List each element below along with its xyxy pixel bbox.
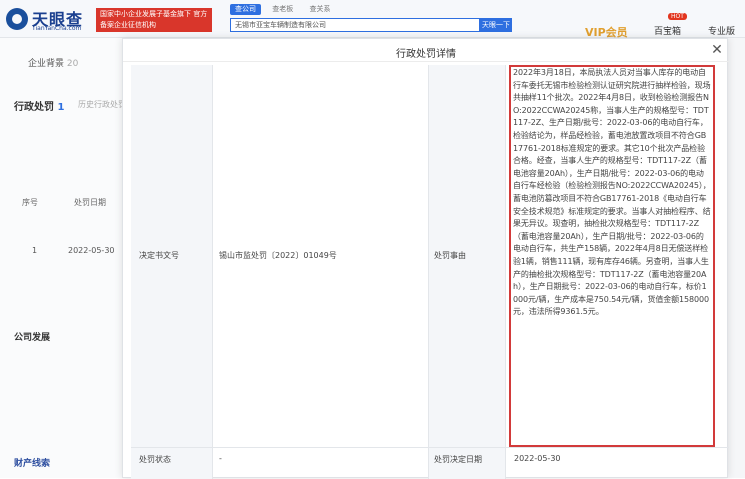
penalty-reason-label: 处罚事由: [434, 251, 466, 260]
logo-subtext: TianYanCha.com: [32, 25, 82, 32]
table-header-date: 处罚日期: [74, 198, 106, 207]
search-tab-company[interactable]: 查公司: [230, 4, 261, 15]
section-count: 1: [57, 102, 65, 113]
decision-number-value: 锡山市监处罚〔2022〕01049号: [219, 251, 337, 260]
close-icon[interactable]: ✕: [709, 42, 725, 58]
label-column-2: [428, 65, 506, 479]
search-button[interactable]: 天眼一下: [480, 18, 512, 32]
table-header-index: 序号: [22, 198, 38, 207]
section-admin-penalty-title: 行政处罚 1: [14, 98, 64, 113]
section-title-text: 行政处罚: [14, 102, 54, 113]
toolbox-menu[interactable]: 百宝箱: [654, 24, 681, 37]
penalty-detail-modal: 行政处罚详情 ✕ 决定书文号 锡山市监处罚〔2022〕01049号 处罚事由 2…: [122, 38, 729, 479]
decision-number-label: 决定书文号: [139, 251, 179, 260]
table-cell-index: 1: [32, 246, 38, 255]
pro-version-link[interactable]: 专业版: [708, 24, 735, 37]
background-right-edge: [728, 38, 745, 478]
modal-title: 行政处罚详情: [396, 49, 456, 60]
penalty-status-value: -: [219, 454, 222, 463]
tab-company-background[interactable]: 企业背景 20: [28, 56, 78, 69]
section-property-clues: 财产线索: [14, 459, 51, 469]
search-input[interactable]: 无锡市亚宝车辆制造有限公司: [230, 18, 480, 32]
label-column: [131, 65, 213, 479]
section-company-development: 公司发展: [14, 333, 51, 343]
ad-banner[interactable]: 国家中小企业发展子基金旗下 官方备案企业征信机构: [96, 8, 212, 32]
modal-divider: [123, 61, 729, 62]
tianyancha-logo[interactable]: 天眼查 TianYanCha.com: [6, 6, 102, 34]
search-tabs: 查公司 查老板 查关系: [230, 4, 339, 15]
logo-eye-icon: [6, 8, 28, 30]
section-history-tab[interactable]: 历史行政处罚: [78, 99, 126, 110]
decision-date-value: 2022-05-30: [514, 454, 561, 463]
top-header: 天眼查 TianYanCha.com 国家中小企业发展子基金旗下 官方备案企业征…: [0, 0, 745, 39]
penalty-reason-text: 2022年3月18日，本局执法人员对当事人库存的电动自行车委托无锡市检验检测认证…: [513, 68, 711, 317]
tab-count: 20: [66, 59, 79, 69]
penalty-status-label: 处罚状态: [139, 455, 171, 464]
decision-date-label: 处罚决定日期: [434, 455, 482, 464]
table-cell-date: 2022-05-30: [68, 246, 115, 255]
tab-label: 企业背景: [28, 59, 65, 69]
row-divider: [131, 447, 729, 448]
search-tab-relation[interactable]: 查关系: [304, 4, 335, 15]
hot-badge: HOT: [668, 13, 687, 20]
search-tab-boss[interactable]: 查老板: [267, 4, 298, 15]
